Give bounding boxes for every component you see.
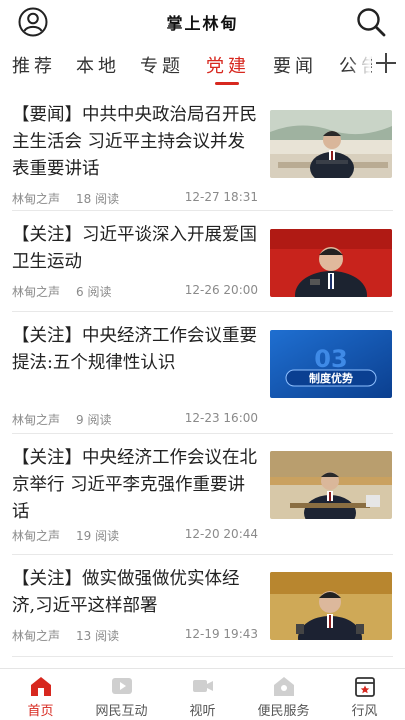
article-time: 12-26 20:00 — [184, 283, 258, 297]
channel-tabs: 推荐 本地 专题 党建 要闻 公告 — [0, 44, 405, 88]
list-divider — [12, 311, 393, 312]
camera-icon — [192, 680, 213, 692]
video-play-icon — [111, 678, 132, 694]
nav-audio-video[interactable]: 视听 — [162, 675, 243, 719]
search-icon[interactable] — [355, 6, 387, 38]
list-divider — [12, 656, 393, 657]
channel-tabs-scroller: 推荐 本地 专题 党建 要闻 公告 — [0, 44, 372, 88]
nav-conduct[interactable]: 行风 — [324, 675, 405, 719]
article-source: 林甸之声 — [12, 629, 61, 643]
tabs-fade — [349, 44, 371, 88]
article-thumbnail: 03 制度优势 — [270, 330, 392, 398]
list-divider — [12, 210, 393, 211]
article-reads: 9 阅读 — [76, 413, 112, 427]
thumb-caption: 制度优势 — [309, 371, 353, 385]
article-reads: 13 阅读 — [76, 629, 120, 643]
article-headline: 【要闻】中共中央政治局召开民主生活会 习近平主持会议并发表重要讲话 — [12, 105, 257, 179]
article-time: 12-23 16:00 — [184, 411, 258, 425]
tab-recommend[interactable]: 推荐 — [12, 52, 56, 78]
add-channel-icon[interactable] — [373, 50, 399, 76]
nav-label: 首页 — [27, 704, 54, 719]
thumb-number: 03 — [314, 345, 347, 373]
article-headline: 【关注】中央经济工作会议重要提法:五个规律性认识 — [12, 326, 257, 373]
article-headline: 【关注】做实做强做优实体经济,习近平这样部署 — [12, 569, 240, 616]
tab-party-building[interactable]: 党建 — [206, 52, 250, 78]
article-time: 12-27 18:31 — [184, 190, 258, 204]
article-headline: 【关注】中央经济工作会议在北京举行 习近平李克强作重要讲话 — [12, 448, 257, 522]
nav-label: 便民服务 — [257, 704, 310, 719]
calendar-star-icon — [354, 677, 375, 697]
article-time: 12-20 20:44 — [184, 527, 258, 541]
article-thumbnail — [270, 110, 392, 178]
article-source: 林甸之声 — [12, 192, 61, 206]
house-service-icon — [273, 677, 294, 696]
active-tab-indicator — [215, 82, 239, 85]
article-headline: 【关注】习近平谈深入开展爱国卫生运动 — [12, 225, 257, 272]
tab-special[interactable]: 专题 — [140, 52, 184, 78]
article-source: 林甸之声 — [12, 529, 61, 543]
article-source: 林甸之声 — [12, 285, 61, 299]
list-divider — [12, 554, 393, 555]
article-reads: 19 阅读 — [76, 529, 120, 543]
tab-important-news[interactable]: 要闻 — [273, 52, 317, 78]
nav-label: 视听 — [189, 704, 216, 719]
article-reads: 18 阅读 — [76, 192, 120, 206]
app-title: 掌上林甸 — [166, 14, 239, 33]
article-source: 林甸之声 — [12, 413, 61, 427]
tab-local[interactable]: 本地 — [76, 52, 120, 78]
article-thumbnail — [270, 229, 392, 297]
article-reads: 6 阅读 — [76, 285, 112, 299]
app-header: 掌上林甸 — [0, 0, 405, 44]
article-thumbnail — [270, 572, 392, 640]
nav-label: 行风 — [351, 704, 378, 719]
article-time: 12-19 19:43 — [184, 627, 258, 641]
home-icon — [30, 677, 51, 696]
nav-label: 网民互动 — [95, 704, 148, 719]
nav-home[interactable]: 首页 — [0, 675, 81, 719]
nav-services[interactable]: 便民服务 — [243, 675, 324, 719]
list-divider — [12, 433, 393, 434]
article-thumbnail — [270, 451, 392, 519]
bottom-navigation: 首页 网民互动 视听 便民服务 行风 — [0, 668, 405, 720]
nav-interaction[interactable]: 网民互动 — [81, 675, 162, 719]
